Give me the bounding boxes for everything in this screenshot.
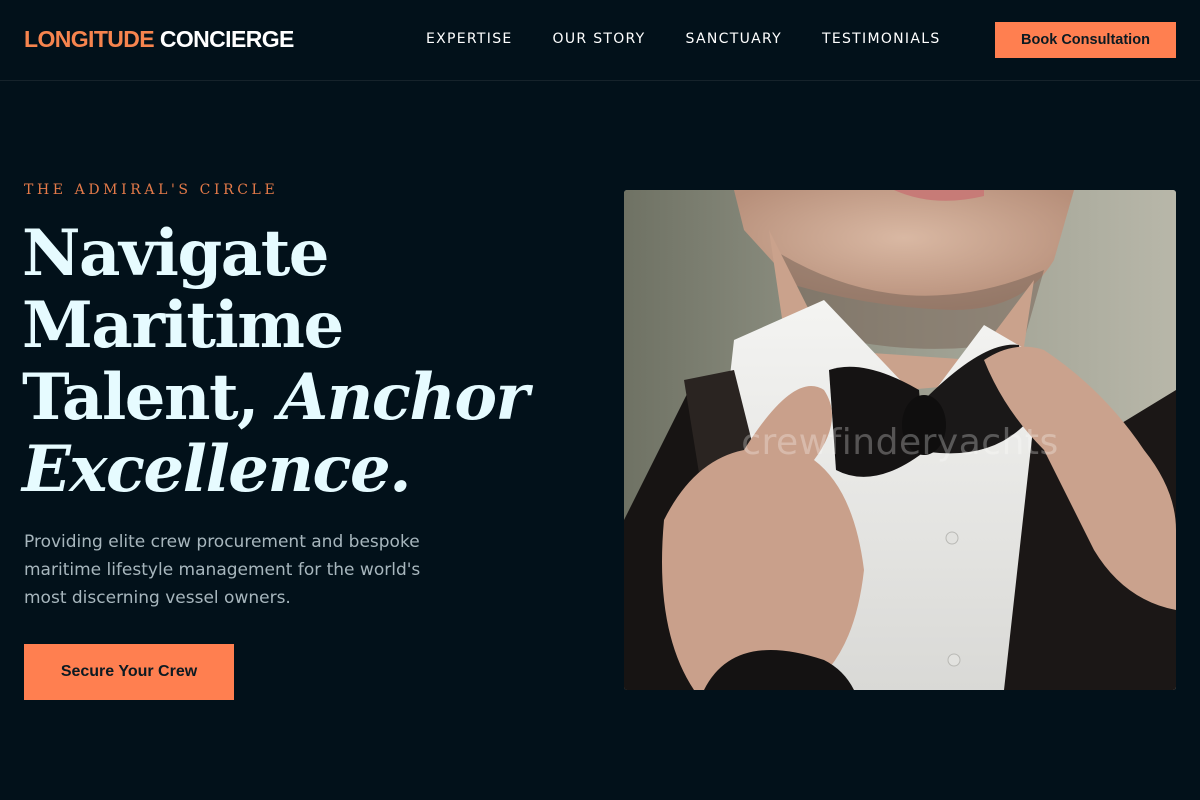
headline-line-3-plain: Talent, xyxy=(22,360,259,435)
site-header: LONGITUDE CONCIERGE EXPERTISE OUR STORY … xyxy=(0,0,1200,81)
headline-line-3: Talent, Anchor xyxy=(22,362,582,434)
headline-line-3-italic: Anchor xyxy=(278,360,530,435)
nav-link-sanctuary[interactable]: SANCTUARY xyxy=(686,29,782,49)
hero-headline: Navigate Maritime Talent, Anchor Excelle… xyxy=(22,218,582,506)
headline-line-1: Navigate xyxy=(22,216,329,291)
headline-line-4-italic: Excellence. xyxy=(22,432,411,507)
nav-link-our-story[interactable]: OUR STORY xyxy=(553,29,646,49)
secure-your-crew-button[interactable]: Secure Your Crew xyxy=(24,644,234,700)
nav-link-testimonials[interactable]: TESTIMONIALS xyxy=(822,29,941,49)
headline-line-4: Excellence. xyxy=(22,434,582,506)
hero-description: Providing elite crew procurement and bes… xyxy=(24,532,421,608)
brand-logo-part1: LONGITUDE xyxy=(24,26,155,52)
main-nav: EXPERTISE OUR STORY SANCTUARY TESTIMONIA… xyxy=(426,29,941,49)
brand-logo-part2: CONCIERGE xyxy=(159,26,295,52)
nav-link-expertise[interactable]: EXPERTISE xyxy=(426,29,513,49)
book-consultation-button[interactable]: Book Consultation xyxy=(995,22,1176,58)
headline-line-2: Maritime xyxy=(22,288,344,363)
hero-eyebrow: THE ADMIRAL'S CIRCLE xyxy=(24,182,279,198)
brand-logo[interactable]: LONGITUDE CONCIERGE xyxy=(24,24,294,54)
hero-photo-illustration xyxy=(624,190,1176,690)
hero-image: crewfinderyachts xyxy=(624,190,1176,690)
